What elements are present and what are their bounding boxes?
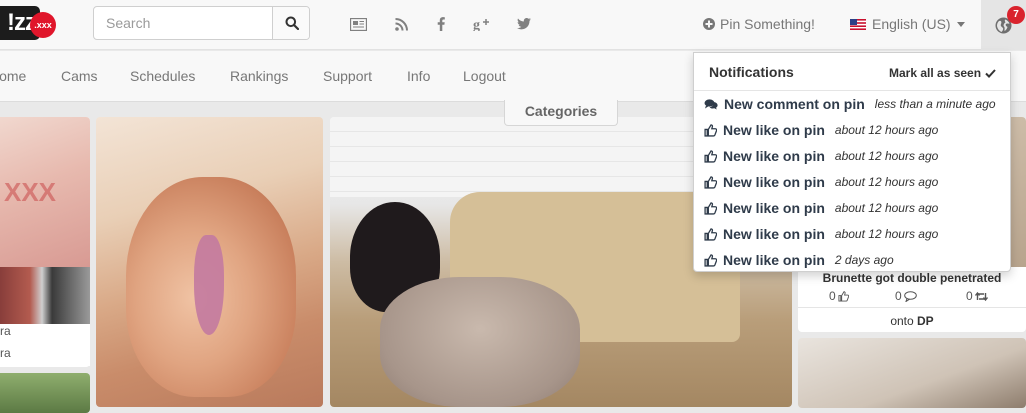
categories-tab[interactable]: Categories	[504, 100, 618, 126]
pin-repins-count: 0	[966, 289, 973, 303]
thumbs-up-icon	[704, 227, 717, 241]
nav-info[interactable]: Info	[407, 68, 430, 84]
notification-text: New like on pin	[723, 200, 825, 216]
language-selector[interactable]: English (US)	[850, 14, 965, 34]
search-box	[93, 6, 310, 40]
comments-icon	[704, 98, 718, 109]
notification-time: about 12 hours ago	[834, 227, 939, 241]
notification-item[interactable]: New like on pin about 12 hours ago	[704, 145, 938, 167]
retweet-icon	[974, 291, 988, 301]
thumbs-up-icon	[704, 123, 717, 137]
left-caption-1: ra	[0, 324, 90, 342]
notification-item[interactable]: New like on pin about 12 hours ago	[704, 197, 938, 219]
notification-time: about 12 hours ago	[834, 123, 939, 137]
nav-schedules[interactable]: Schedules	[130, 68, 195, 84]
check-icon	[985, 68, 996, 78]
pin-likes[interactable]: 0	[829, 289, 849, 303]
notification-item[interactable]: New comment on pin less than a minute ag…	[704, 93, 996, 115]
watermark-text: XXX	[4, 177, 57, 207]
pin-repins[interactable]: 0	[966, 289, 988, 303]
nav-cams[interactable]: Cams	[61, 68, 98, 84]
thumbs-up-icon	[704, 253, 717, 267]
notification-item[interactable]: New like on pin about 12 hours ago	[704, 171, 938, 193]
pin-card-right-2[interactable]	[798, 338, 1026, 408]
notification-time: 2 days ago	[834, 253, 894, 267]
notification-count-badge: 7	[1007, 6, 1025, 24]
notification-time: about 12 hours ago	[834, 175, 939, 189]
pin-card-left-2[interactable]	[0, 373, 90, 413]
google-plus-icon[interactable]: g	[471, 14, 491, 34]
svg-text:g: g	[473, 18, 480, 31]
twitter-icon[interactable]	[514, 14, 534, 34]
pin-something-button[interactable]: Pin Something!	[703, 14, 815, 34]
nav-support[interactable]: Support	[323, 68, 372, 84]
pin-image-detail	[194, 235, 224, 335]
pin-image-coat	[380, 277, 580, 407]
pin-something-label: Pin Something!	[720, 16, 815, 32]
notification-text: New comment on pin	[724, 96, 865, 112]
thumbs-up-icon	[704, 149, 717, 163]
search-button[interactable]	[272, 7, 309, 39]
notification-text: New like on pin	[723, 252, 825, 268]
pin-comments[interactable]: 0	[895, 289, 917, 303]
top-bar: !zz .xxx g Pin Something! Eng	[0, 0, 1026, 50]
notification-text: New like on pin	[723, 148, 825, 164]
notification-text: New like on pin	[723, 226, 825, 242]
mark-all-seen-label: Mark all as seen	[889, 66, 982, 80]
notification-text: New like on pin	[723, 122, 825, 138]
nav-home[interactable]: Home	[0, 68, 26, 84]
thumbs-up-icon	[838, 290, 849, 302]
notification-item[interactable]: New like on pin about 12 hours ago	[704, 223, 938, 245]
search-input[interactable]	[94, 7, 272, 39]
pin-likes-count: 0	[829, 289, 836, 303]
notification-time: less than a minute ago	[874, 97, 996, 111]
pin-board-name[interactable]: DP	[917, 314, 934, 328]
left-caption-2: ra	[0, 346, 90, 366]
pin-board[interactable]: onto DP	[798, 314, 1026, 328]
notification-time: about 12 hours ago	[834, 201, 939, 215]
pin-board-prefix: onto	[890, 314, 914, 328]
nav-rankings[interactable]: Rankings	[230, 68, 288, 84]
caret-down-icon	[956, 21, 965, 27]
nav-logout[interactable]: Logout	[463, 68, 506, 84]
notifications-dropdown: Notifications Mark all as seen New comme…	[693, 52, 1011, 272]
search-icon	[285, 16, 299, 30]
logo-badge: .xxx	[30, 12, 56, 38]
notifications-title: Notifications	[709, 64, 794, 80]
comment-icon	[903, 290, 917, 302]
site-logo[interactable]: !zz .xxx	[0, 6, 70, 40]
notification-item[interactable]: New like on pin 2 days ago	[704, 249, 894, 271]
thumbs-up-icon	[704, 201, 717, 215]
notifications-header: Notifications Mark all as seen	[694, 53, 1010, 91]
thumbs-up-icon	[704, 175, 717, 189]
us-flag-icon	[850, 18, 866, 30]
notification-text: New like on pin	[723, 174, 825, 190]
language-label: English (US)	[872, 16, 951, 32]
plus-circle-icon	[703, 18, 715, 30]
pin-card-middle[interactable]	[96, 117, 323, 407]
notification-item[interactable]: New like on pin about 12 hours ago	[704, 119, 938, 141]
pin-title[interactable]: Brunette got double penetrated	[798, 271, 1026, 285]
rss-icon[interactable]	[391, 14, 411, 34]
pin-divider	[798, 307, 1026, 308]
pin-comments-count: 0	[895, 289, 902, 303]
notification-time: about 12 hours ago	[834, 149, 939, 163]
mark-all-seen-button[interactable]: Mark all as seen	[889, 66, 996, 80]
pin-image-left[interactable]: XXX	[0, 117, 90, 267]
facebook-icon[interactable]	[431, 14, 451, 34]
newspaper-icon[interactable]	[348, 14, 368, 34]
